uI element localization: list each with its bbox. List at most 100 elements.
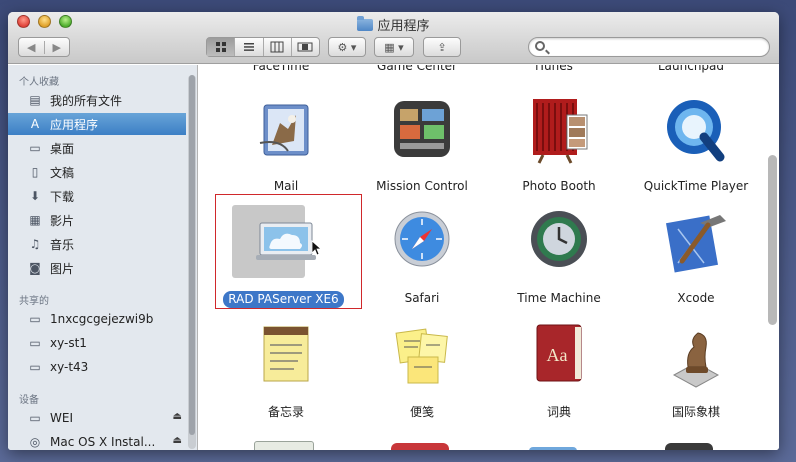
app-mail[interactable]: Mail xyxy=(221,93,351,193)
sidebar-item-movies[interactable]: ▦ 影片 xyxy=(8,209,186,231)
sidebar-item-label: Mac OS X Instal... xyxy=(50,435,156,449)
sidebar-item-label: 下载 xyxy=(50,189,75,204)
app-xcode[interactable]: Xcode xyxy=(631,205,761,305)
mission-control-icon xyxy=(394,101,450,157)
app-time-machine[interactable]: Time Machine xyxy=(494,205,624,305)
back-forward-group: ◀ ▶ xyxy=(18,37,70,57)
svg-text:Aa: Aa xyxy=(547,345,568,365)
app-label: Mission Control xyxy=(376,179,468,193)
gear-icon: ⚙ ▾ xyxy=(337,40,357,54)
sidebar-item-pictures[interactable]: ◙ 图片 xyxy=(8,257,186,279)
partial-item-label: Launchpad xyxy=(657,65,725,73)
coverflow-view-icon xyxy=(297,42,313,52)
list-view-button[interactable] xyxy=(234,38,262,56)
music-icon: ♫ xyxy=(29,237,41,251)
title-bar: 应用程序 ◀ ▶ ⚙ ▾ ▦ ▾ ⇪ xyxy=(8,12,779,64)
notes-icon xyxy=(263,326,309,382)
sidebar-scroll-thumb[interactable] xyxy=(189,75,195,435)
sidebar-item-label: 1nxcgcgejezwi9b xyxy=(50,312,154,326)
sidebar-item-label: WEI xyxy=(50,411,73,425)
search-input[interactable] xyxy=(551,39,763,55)
computer-icon: ▭ xyxy=(29,336,41,350)
icon-view-icon xyxy=(215,42,226,52)
partial-item-label: FaceTime xyxy=(252,65,310,73)
all-files-icon: ▤ xyxy=(29,93,41,107)
app-label: Photo Booth xyxy=(522,179,596,193)
sidebar-item-label: 影片 xyxy=(50,213,75,228)
app-notes[interactable]: 备忘录 xyxy=(221,317,351,419)
sidebar-item-shared-3[interactable]: ▭ xy-t43 xyxy=(8,356,186,378)
dictionary-icon: Aa xyxy=(536,324,582,382)
app-chess[interactable]: 国际象棋 xyxy=(631,317,761,419)
coverflow-view-button[interactable] xyxy=(290,38,319,56)
stickies-icon xyxy=(395,328,448,384)
time-machine-icon xyxy=(531,211,587,267)
sidebar-item-label: 图片 xyxy=(50,261,75,276)
sidebar-item-music[interactable]: ♫ 音乐 xyxy=(8,233,186,255)
xcode-icon xyxy=(665,215,726,273)
app-dictionary[interactable]: Aa 词典 xyxy=(494,317,624,419)
column-view-button[interactable] xyxy=(262,38,291,56)
movies-icon: ▦ xyxy=(29,213,41,227)
sidebar-item-label: xy-st1 xyxy=(50,336,87,350)
forward-button[interactable]: ▶ xyxy=(43,40,70,54)
arrange-icon: ▦ ▾ xyxy=(384,40,404,54)
sidebar-item-label: 我的所有文件 xyxy=(50,93,123,108)
sidebar-item-desktop[interactable]: ▭ 桌面 xyxy=(8,137,186,159)
app-label: Safari xyxy=(404,291,440,305)
icon-view-button[interactable] xyxy=(207,38,235,56)
file-grid: FaceTime Game Center iTunes Launchpad Ma… xyxy=(199,65,779,450)
sidebar-item-shared-1[interactable]: ▭ 1nxcgcgejezwi9b xyxy=(8,308,186,330)
partial-app-icon xyxy=(529,447,577,450)
eject-icon[interactable]: ⏏ xyxy=(173,411,182,422)
safari-icon xyxy=(394,211,450,267)
sidebar-item-label: 文稿 xyxy=(50,165,75,180)
window-title-text: 应用程序 xyxy=(377,19,430,34)
action-menu-button[interactable]: ⚙ ▾ xyxy=(328,37,366,57)
app-rad-paserver[interactable]: RAD PAServer XE6 xyxy=(221,205,351,308)
arrange-menu-button[interactable]: ▦ ▾ xyxy=(374,37,414,57)
eject-icon[interactable]: ⏏ xyxy=(173,435,182,446)
sidebar: 个人收藏 ▤ 我的所有文件 A 应用程序 ▭ 桌面 ▯ 文稿 ⬇ 下载 ▦ 影片… xyxy=(8,65,198,450)
sidebar-item-device-installer[interactable]: ◎ Mac OS X Instal... ⏏ xyxy=(8,431,186,450)
sidebar-scrollbar[interactable] xyxy=(188,75,196,449)
chess-icon xyxy=(672,332,720,388)
sidebar-item-shared-2[interactable]: ▭ xy-st1 xyxy=(8,332,186,354)
search-icon xyxy=(535,41,545,51)
shared-header: 共享的 xyxy=(19,296,49,307)
partial-item-label: Game Center xyxy=(377,65,457,73)
sidebar-item-label: xy-t43 xyxy=(50,360,89,374)
sidebar-item-label: 应用程序 xyxy=(50,117,99,132)
app-label: 备忘录 xyxy=(267,405,304,419)
app-photo-booth[interactable]: Photo Booth xyxy=(494,93,624,193)
paserver-icon xyxy=(256,222,322,260)
partial-app-icon xyxy=(254,441,314,450)
app-label: Time Machine xyxy=(517,291,601,305)
app-label-selected: RAD PAServer XE6 xyxy=(223,291,344,308)
search-field[interactable] xyxy=(528,37,770,57)
share-icon: ⇪ xyxy=(437,40,447,54)
desktop-icon: ▭ xyxy=(29,141,41,155)
sidebar-item-all-files[interactable]: ▤ 我的所有文件 xyxy=(8,89,186,111)
sidebar-item-downloads[interactable]: ⬇ 下载 xyxy=(8,185,186,207)
app-label: 便笺 xyxy=(409,405,434,419)
view-mode-group xyxy=(206,37,320,57)
app-safari[interactable]: Safari xyxy=(357,205,487,305)
app-label: QuickTime Player xyxy=(643,179,749,193)
documents-icon: ▯ xyxy=(31,165,39,179)
content-scrollbar[interactable] xyxy=(768,155,777,325)
back-button[interactable]: ◀ xyxy=(19,41,44,54)
pictures-icon: ◙ xyxy=(29,261,41,275)
sidebar-item-applications[interactable]: A 应用程序 xyxy=(8,113,186,135)
share-button[interactable]: ⇪ xyxy=(423,37,461,57)
computer-icon: ▭ xyxy=(29,360,41,374)
app-stickies[interactable]: 便笺 xyxy=(357,317,487,419)
sidebar-item-device-wei[interactable]: ▭ WEI ⏏ xyxy=(8,407,186,429)
app-quicktime-player[interactable]: QuickTime Player xyxy=(631,93,761,193)
sidebar-item-documents[interactable]: ▯ 文稿 xyxy=(8,161,186,183)
finder-window: 应用程序 ◀ ▶ ⚙ ▾ ▦ ▾ ⇪ 个人收藏 ▤ 我的所有文件 A 应用程序 … xyxy=(8,12,779,450)
partial-app-icon xyxy=(665,443,713,450)
applications-folder-icon xyxy=(357,16,374,31)
app-mission-control[interactable]: Mission Control xyxy=(357,93,487,193)
devices-header: 设备 xyxy=(19,395,39,406)
